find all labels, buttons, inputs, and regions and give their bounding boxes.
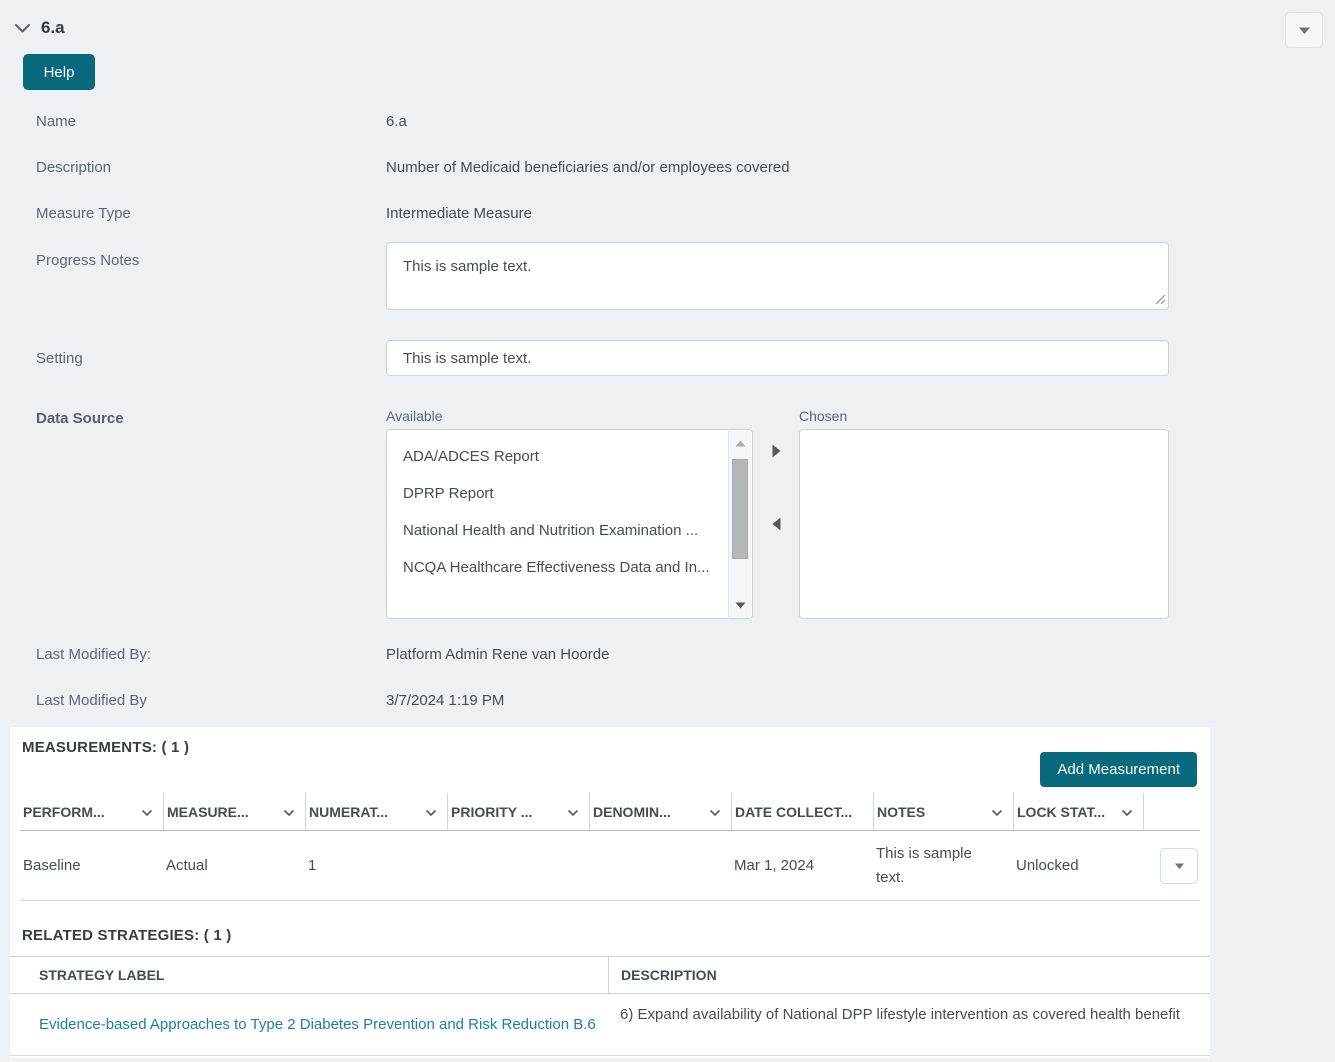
column-header-performance[interactable]: PERFORM...	[20, 793, 163, 830]
available-scrollbar[interactable]	[728, 431, 751, 617]
progress-notes-wrap: This is sample text.	[386, 242, 1169, 314]
scrollbar-thumb[interactable]	[732, 459, 748, 559]
scroll-up-icon[interactable]	[729, 433, 751, 453]
move-left-button[interactable]	[768, 513, 785, 538]
list-item[interactable]: DPRP Report	[387, 475, 752, 512]
related-strategies-title: RELATED STRATEGIES: ( 1 )	[22, 927, 232, 944]
sort-chevron-icon[interactable]	[991, 804, 1003, 820]
chosen-listbox[interactable]	[799, 429, 1169, 619]
cell-date-collected: Mar 1, 2024	[734, 856, 815, 874]
scroll-down-icon[interactable]	[729, 595, 751, 615]
column-header-numerator[interactable]: NUMERAT...	[305, 793, 447, 830]
form-row-last-modified-date: Last Modified By 3/7/2024 1:19 PM	[0, 677, 1335, 723]
section-menu-button[interactable]	[1285, 12, 1323, 48]
form-row-description: Description Number of Medicaid beneficia…	[0, 144, 1335, 190]
related-strategies-table: STRATEGY LABEL DESCRIPTION Evidence-base…	[10, 956, 1210, 1056]
measure-form: Name 6.a Description Number of Medicaid …	[0, 98, 1335, 723]
column-header-date-collected[interactable]: DATE COLLECT...	[731, 793, 873, 830]
cell-notes: This is sample text.	[876, 844, 972, 886]
description-label: Description	[36, 158, 112, 176]
sort-chevron-icon[interactable]	[425, 804, 437, 820]
measurements-header: MEASUREMENTS: ( 1 ) Add Measurement	[10, 727, 1210, 787]
dropdown-arrow-icon	[1174, 858, 1185, 873]
form-row-progress-notes: Progress Notes This is sample text.	[0, 242, 1335, 332]
strategy-link[interactable]: Evidence-based Approaches to Type 2 Diab…	[39, 1014, 596, 1036]
list-item[interactable]: NCQA Healthcare Effectiveness Data and I…	[387, 549, 752, 586]
form-row-measure-type: Measure Type Intermediate Measure	[0, 190, 1335, 236]
move-right-icon	[772, 444, 780, 458]
available-listbox[interactable]: ADA/ADCES Report DPRP Report National He…	[386, 429, 753, 619]
data-source-label: Data Source	[36, 410, 124, 427]
chosen-label: Chosen	[799, 408, 848, 424]
measurements-card: MEASUREMENTS: ( 1 ) Add Measurement PERF…	[10, 727, 1210, 1058]
form-row-data-source: Data Source Available ADA/ADCES Report D…	[0, 408, 1335, 619]
title-group[interactable]: 6.a	[14, 12, 65, 38]
transfer-buttons	[753, 408, 799, 619]
row-menu-button[interactable]	[1160, 847, 1198, 884]
page-header: 6.a	[0, 0, 1335, 48]
measure-type-label: Measure Type	[36, 204, 131, 222]
page-title: 6.a	[41, 18, 65, 37]
cell-strategy-description: 6) Expand availability of National DPP l…	[620, 1006, 1181, 1023]
column-header-strategy-label: STRATEGY LABEL	[39, 967, 165, 983]
cell-performance: Baseline	[23, 856, 81, 874]
setting-label: Setting	[36, 349, 83, 367]
form-row-last-modified-by: Last Modified By: Platform Admin Rene va…	[0, 631, 1335, 677]
sort-chevron-icon[interactable]	[567, 804, 579, 820]
list-item[interactable]: ADA/ADCES Report	[387, 438, 752, 475]
column-header-actions	[1143, 793, 1200, 830]
column-header-priority[interactable]: PRIORITY ...	[447, 793, 589, 830]
available-label: Available	[386, 408, 443, 424]
cell-numerator: 1	[308, 856, 317, 874]
last-modified-date-value: 3/7/2024 1:19 PM	[386, 691, 505, 709]
description-value: Number of Medicaid beneficiaries and/or …	[386, 158, 790, 176]
progress-notes-textarea[interactable]: This is sample text.	[386, 242, 1169, 310]
measurements-table: PERFORM... MEASURE... NUMERAT... PRIORIT…	[20, 793, 1200, 901]
move-left-icon	[772, 517, 780, 531]
strategy-row: Evidence-based Approaches to Type 2 Diab…	[10, 994, 1210, 1056]
dropdown-arrow-icon	[1298, 23, 1311, 38]
help-button[interactable]: Help	[23, 54, 95, 90]
move-right-button[interactable]	[768, 440, 785, 465]
name-value: 6.a	[386, 112, 407, 130]
chosen-column: Chosen	[799, 408, 1169, 619]
column-header-description: DESCRIPTION	[608, 957, 1210, 993]
measurements-table-header: PERFORM... MEASURE... NUMERAT... PRIORIT…	[20, 793, 1200, 831]
column-header-lock-status[interactable]: LOCK STAT...	[1013, 793, 1143, 830]
measure-type-value: Intermediate Measure	[386, 204, 532, 222]
related-strategies-table-header: STRATEGY LABEL DESCRIPTION	[10, 956, 1210, 994]
form-row-name: Name 6.a	[0, 98, 1335, 144]
column-header-notes[interactable]: NOTES	[873, 793, 1013, 830]
measurements-title: MEASUREMENTS: ( 1 )	[22, 739, 190, 756]
measurement-row: Baseline Actual 1 Mar 1, 2024 This is sa…	[20, 831, 1200, 901]
form-row-setting: Setting	[0, 332, 1335, 384]
available-column: Available ADA/ADCES Report DPRP Report N…	[386, 408, 753, 619]
chevron-down-icon[interactable]	[14, 23, 31, 34]
data-source-dual-list: Available ADA/ADCES Report DPRP Report N…	[386, 408, 1169, 619]
sort-chevron-icon[interactable]	[709, 804, 721, 820]
last-modified-by-label: Last Modified By:	[36, 645, 152, 663]
list-item[interactable]: National Health and Nutrition Examinatio…	[387, 512, 752, 549]
setting-input[interactable]	[386, 340, 1169, 376]
column-header-measure[interactable]: MEASURE...	[163, 793, 305, 830]
available-list: ADA/ADCES Report DPRP Report National He…	[387, 430, 752, 586]
sort-chevron-icon[interactable]	[283, 804, 295, 820]
cell-strategy-label: Evidence-based Approaches to Type 2 Diab…	[10, 994, 608, 1055]
last-modified-date-label: Last Modified By	[36, 691, 147, 709]
cell-measure: Actual	[166, 856, 208, 874]
measure-detail-page: 6.a Help Name 6.a Description Number of …	[0, 0, 1335, 1062]
cell-lock-status: Unlocked	[1016, 856, 1079, 874]
last-modified-by-value: Platform Admin Rene van Hoorde	[386, 645, 610, 663]
progress-notes-label: Progress Notes	[36, 252, 140, 269]
name-label: Name	[36, 112, 77, 130]
column-header-denominator[interactable]: DENOMIN...	[589, 793, 731, 830]
add-measurement-button[interactable]: Add Measurement	[1040, 752, 1197, 787]
sort-chevron-icon[interactable]	[1121, 804, 1133, 820]
sort-chevron-icon[interactable]	[141, 804, 153, 820]
cell-actions	[1143, 847, 1200, 884]
